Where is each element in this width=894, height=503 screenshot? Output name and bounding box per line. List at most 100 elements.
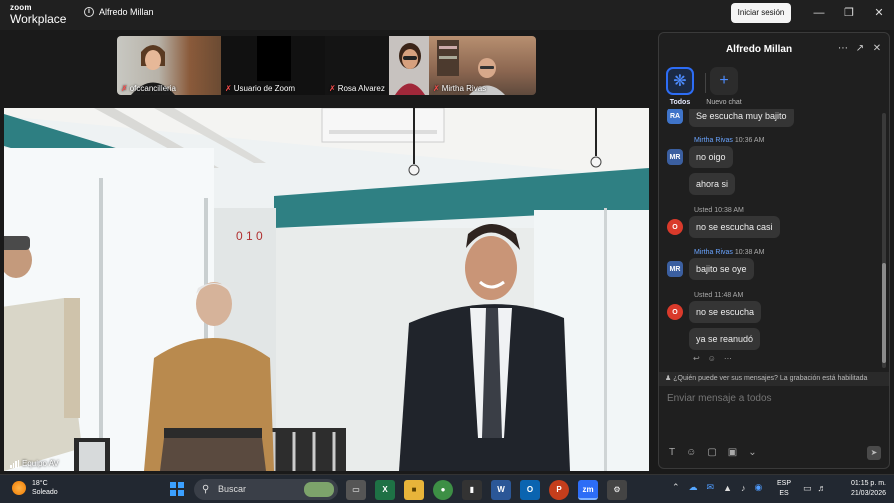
sender-name: Usted xyxy=(694,292,713,299)
language-indicator[interactable]: ESP ES xyxy=(777,479,791,499)
chat-privacy-notice[interactable]: ♟ ¿Quién puede ver sus mensajes? La grab… xyxy=(659,372,889,386)
emoji-reaction-icon[interactable]: ☺ xyxy=(708,354,716,363)
host-name: Alfredo Millan xyxy=(99,7,154,17)
participant-name: ✗ Mirtha Rivas xyxy=(433,84,487,93)
outlook-icon[interactable]: O xyxy=(520,480,540,500)
taskbar-search[interactable]: ⚲ Buscar xyxy=(194,479,338,500)
chat-title: Alfredo Millan xyxy=(725,44,793,55)
chat-panel: Alfredo Millan ⋯ ↗ ✕ ❋ Todos + Nuevo cha… xyxy=(658,32,890,469)
participant-tile[interactable]: ✗ Rosa Alvarez xyxy=(325,36,429,95)
search-highlight-image xyxy=(304,482,334,497)
file-icon[interactable]: ▢ xyxy=(707,447,716,458)
sender-name: Mirtha Rivas xyxy=(694,137,733,144)
task-view-icon[interactable]: ▭ xyxy=(346,480,366,500)
message-time: 10:38 AM xyxy=(734,249,765,256)
text-format-icon[interactable]: T xyxy=(669,447,675,458)
send-icon[interactable]: ➤ xyxy=(867,446,881,460)
status-icons: ▭ ♬ xyxy=(803,483,827,494)
tab-todos[interactable]: ❋ Todos xyxy=(665,67,695,106)
restore-icon[interactable]: ❐ xyxy=(842,6,856,20)
message-text[interactable]: no oigo xyxy=(689,146,733,168)
main-video[interactable]: 0 1 0 Equipo AV xyxy=(4,108,649,471)
chevron-up-icon[interactable]: ⌃ xyxy=(672,482,680,493)
chat-scrollbar[interactable] xyxy=(882,113,886,368)
avatar: MR xyxy=(667,261,683,277)
participant-tile[interactable]: ✗ ofccancilleria xyxy=(117,36,221,95)
outlook-tray-icon[interactable]: ✉ xyxy=(707,482,715,493)
sender-name: Usted xyxy=(694,207,713,214)
avatar: RA xyxy=(667,109,683,124)
volume-icon[interactable]: ♬ xyxy=(818,483,827,494)
taskbar: 18°C Soleado ⚲ Buscar ▭ X ■ ● ▮ W O P zm… xyxy=(0,474,894,503)
message-text[interactable]: ya se reanudó xyxy=(689,328,761,350)
close-icon[interactable]: ✕ xyxy=(872,6,886,20)
network-icon[interactable]: ▭ xyxy=(803,483,812,494)
participant-name: ✗ Usuario de Zoom xyxy=(225,84,296,93)
gallery-strip: ✗ ofccancilleria ✗ Usuario de Zoom ✗ Ros… xyxy=(117,36,536,95)
powerpoint-icon[interactable]: P xyxy=(549,480,569,500)
message-text[interactable]: no se escucha casi xyxy=(689,216,780,238)
message-text[interactable]: no se escucha xyxy=(689,301,762,323)
message-list: RA Se escucha muy bajito Mirtha Rivas 10… xyxy=(659,109,885,371)
zoom-icon[interactable]: zm xyxy=(578,480,598,500)
message-input[interactable] xyxy=(665,391,885,406)
chat-message: Usted 11:48 AM O no se escucha xyxy=(667,290,762,323)
mic-muted-icon: ✗ xyxy=(433,84,440,93)
message-text[interactable]: ahora si xyxy=(689,173,736,195)
paw-icon: ❋ xyxy=(666,67,694,95)
microphone-icon[interactable]: ♪ xyxy=(741,483,746,493)
scrollbar-thumb[interactable] xyxy=(882,263,886,363)
more-actions-icon[interactable]: ⋯ xyxy=(724,354,732,363)
screenshot-icon[interactable]: ▣ xyxy=(728,447,737,458)
start-icon[interactable] xyxy=(170,482,184,496)
minimize-icon[interactable]: — xyxy=(812,6,826,20)
compose-toolbar: T ☺ ▢ ▣ ⌄ xyxy=(669,447,757,458)
participant-tile[interactable]: ✗ Mirtha Rivas xyxy=(429,36,536,95)
sun-icon xyxy=(12,481,26,495)
chat-message: Mirtha Rivas 10:36 AM MR no oigo xyxy=(667,135,764,168)
message-text[interactable]: bajito se oye xyxy=(689,258,754,280)
mic-muted-icon: ✗ xyxy=(225,84,232,93)
message-text[interactable]: Se escucha muy bajito xyxy=(689,109,794,127)
signin-button[interactable]: Iniciar sesión xyxy=(731,3,791,23)
avatar: MR xyxy=(667,149,683,165)
participant-name: ✗ Rosa Alvarez xyxy=(329,84,385,93)
people-icon: ♟ xyxy=(665,375,672,382)
message-time: 10:38 AM xyxy=(714,207,744,214)
mic-muted-icon: ✗ xyxy=(121,84,128,93)
file-explorer-icon[interactable]: ■ xyxy=(404,480,424,500)
participant-tile[interactable]: ✗ Usuario de Zoom xyxy=(221,36,325,95)
settings-icon[interactable]: ⚙ xyxy=(607,480,627,500)
message-time: 11:48 AM xyxy=(714,292,744,299)
more-apps-icon[interactable]: ⌄ xyxy=(748,447,756,458)
video-editor-icon[interactable]: ▮ xyxy=(462,480,482,500)
message-actions: ↩ ☺ ⋯ xyxy=(693,354,732,363)
system-tray: ⌃ ☁ ✉ ▲ ♪ ◉ xyxy=(672,482,762,493)
more-options-icon[interactable]: ⋯ xyxy=(837,43,849,55)
emoji-icon[interactable]: ☺ xyxy=(686,447,696,458)
security-icon[interactable]: ▲ xyxy=(723,483,732,493)
avatar: O xyxy=(667,219,683,235)
onedrive-icon[interactable]: ☁ xyxy=(689,482,698,493)
weather-widget[interactable]: 18°C Soleado xyxy=(12,479,58,497)
meeting-info[interactable]: i Alfredo Millan xyxy=(84,7,154,17)
chat-message: Usted 10:38 AM O no se escucha casi xyxy=(667,205,780,238)
pop-out-icon[interactable]: ↗ xyxy=(854,43,866,55)
plus-icon: + xyxy=(710,67,738,95)
zoom-tray-icon[interactable]: ◉ xyxy=(755,482,763,493)
search-icon: ⚲ xyxy=(202,484,210,495)
word-icon[interactable]: W xyxy=(491,480,511,500)
title-bar: zoom Workplace i Alfredo Millan Iniciar … xyxy=(0,0,894,30)
info-icon[interactable]: i xyxy=(84,7,94,17)
chat-tabs: ❋ Todos + Nuevo chat xyxy=(659,67,889,113)
reply-icon[interactable]: ↩ xyxy=(693,354,700,363)
clock[interactable]: 01:15 p. m. 21/03/2026 xyxy=(838,479,886,499)
excel-icon[interactable]: X xyxy=(375,480,395,500)
chat-message: RA Se escucha muy bajito xyxy=(667,109,794,127)
close-chat-icon[interactable]: ✕ xyxy=(871,43,883,55)
chat-message: ya se reanudó xyxy=(667,328,761,350)
chrome-icon[interactable]: ● xyxy=(433,480,453,500)
zoom-workplace-logo: zoom Workplace xyxy=(10,3,67,26)
tab-new-chat[interactable]: + Nuevo chat xyxy=(703,67,745,106)
sender-name: Mirtha Rivas xyxy=(694,249,733,256)
